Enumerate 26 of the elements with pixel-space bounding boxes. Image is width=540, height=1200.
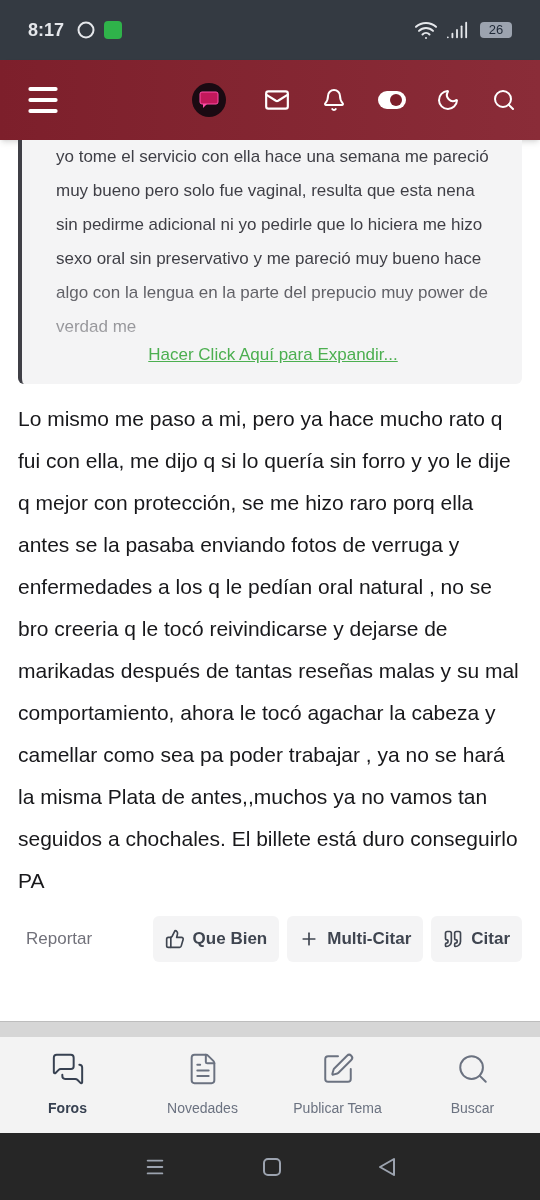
nav-tab[interactable]: Buscar <box>405 1037 540 1133</box>
action-button[interactable]: Que Bien <box>152 915 280 962</box>
status-time: 8:17 <box>28 18 65 42</box>
action-button[interactable]: Multi-Citar <box>287 915 424 962</box>
search-icon[interactable] <box>492 88 516 112</box>
app-icon <box>104 21 123 39</box>
nav-tab[interactable]: Novedades <box>135 1037 270 1133</box>
moon-icon[interactable] <box>436 88 460 112</box>
nav-tab[interactable]: Publicar Tema <box>270 1037 405 1133</box>
home-icon[interactable] <box>263 1157 281 1176</box>
back-icon[interactable] <box>377 1156 396 1177</box>
report-link[interactable]: Reportar <box>18 925 101 952</box>
battery-level: 26 <box>488 21 504 40</box>
toggle-icon[interactable] <box>378 91 406 109</box>
quote-icon <box>443 928 464 949</box>
expand-link[interactable]: Hacer Click Aquí para Expandir... <box>148 342 398 368</box>
nav-tab[interactable]: Foros <box>0 1037 135 1133</box>
chat-bubbles-icon <box>50 1051 85 1086</box>
action-button[interactable]: Citar <box>431 915 522 962</box>
thumbs-up-icon <box>164 928 185 949</box>
bell-icon[interactable] <box>322 88 346 112</box>
mail-icon[interactable] <box>264 87 290 113</box>
signal-icon <box>446 19 468 41</box>
site-logo[interactable] <box>192 83 226 117</box>
post-text: Lo mismo me paso a mi, pero ya hace mucho rato q fui con ella, me dijo q si lo quería sin forro y yo le dije q mejor con protección, se me hizo raro porq ella antes se la pasaba enviando fotos de verruga y enfermedades a los q le pedían oral natural , no se bro creeria q le tocó reivindicarse y dejarse de marikadas después de tantas reseñas malas y su mal comportamiento, ahora le tocó agachar la cabeza y camellar como sea pa poder trabajar , ya no se hará la misma Plata de antes,,muchos ya no vamos tan seguidos a chochales. El billete está duro conseguirlo PA <box>18 405 520 894</box>
quote-text: yo tome el servicio con ella hace una semana me pareció muy bueno pero solo fue vaginal, resulta que esta nena sin pedirme adicional ni yo pedirle que lo hiciera me hizo sexo oral sin preservativo y me pareció muy bueno hace algo con la lengua en la parte del prepucio muy power de verdad me <box>56 146 490 338</box>
